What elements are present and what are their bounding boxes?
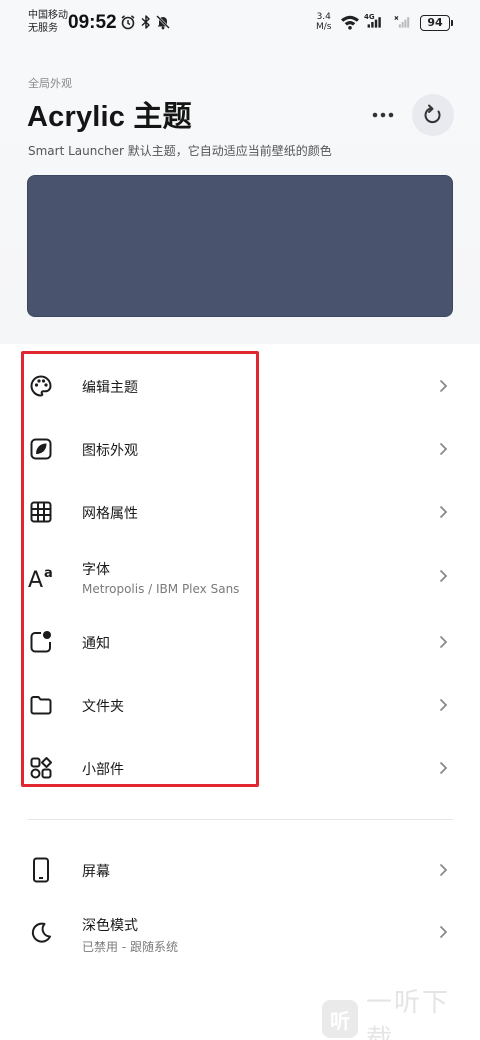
watermark-text: 一听下载 — [365, 988, 450, 1040]
font-icon: A a — [28, 564, 58, 590]
menu-item-widgets[interactable]: 小部件 — [0, 738, 480, 798]
icon-shape-icon — [28, 436, 54, 462]
palette-icon — [28, 373, 54, 399]
menu-item-notifications[interactable]: 通知 — [0, 612, 480, 672]
section-label: 全局外观 — [28, 77, 72, 90]
service-status: 无服务 — [28, 23, 58, 34]
svg-text:a: a — [44, 566, 53, 581]
chevron-right-icon — [439, 698, 448, 712]
mute-icon — [156, 15, 170, 30]
menu-item-label: 字体 — [82, 562, 110, 578]
chevron-right-icon — [439, 442, 448, 456]
menu-item-label: 小部件 — [82, 762, 124, 778]
chevron-right-icon — [439, 761, 448, 775]
grid-icon — [28, 499, 54, 525]
menu-item-icon-appearance[interactable]: 图标外观 — [0, 419, 480, 479]
net-speed-unit: M/s — [316, 22, 332, 32]
svg-text:A: A — [28, 568, 43, 589]
chevron-right-icon — [439, 863, 448, 877]
net-speed: 3.4 M/s — [316, 12, 332, 32]
page-title: Acrylic 主题 — [27, 101, 192, 133]
chevron-right-icon — [439, 569, 448, 583]
menu-item-grid-properties[interactable]: 网格属性 — [0, 482, 480, 542]
reset-theme-button[interactable] — [412, 94, 454, 136]
bluetooth-icon — [141, 15, 150, 29]
status-time: 09:52 — [68, 12, 117, 33]
carrier-info: 中国移动 无服务 — [28, 9, 68, 35]
battery-indicator: 94 — [420, 15, 453, 31]
menu-item-label: 屏幕 — [82, 864, 110, 880]
widgets-icon — [28, 755, 54, 781]
status-bar: 中国移动 无服务 09:52 3.4 M/s 4G 94 — [0, 0, 480, 46]
menu-item-label: 图标外观 — [82, 443, 138, 459]
menu-item-edit-theme[interactable]: 编辑主题 — [0, 356, 480, 416]
theme-description: Smart Launcher 默认主题，它自动适应当前壁纸的颜色 — [28, 144, 332, 158]
menu-item-folders[interactable]: 文件夹 — [0, 675, 480, 735]
net-speed-value: 3.4 — [316, 12, 331, 22]
notification-dot-icon — [28, 629, 54, 655]
wifi-icon — [341, 15, 359, 30]
carrier-name: 中国移动 — [28, 10, 68, 21]
folder-icon — [28, 692, 54, 718]
menu-item-label: 网格属性 — [82, 506, 138, 522]
watermark: 听 一听下载 — [322, 988, 472, 1040]
chevron-right-icon — [439, 635, 448, 649]
menu-item-screen[interactable]: 屏幕 — [0, 840, 480, 900]
theme-preview[interactable] — [27, 175, 453, 317]
refresh-icon — [424, 104, 441, 124]
phone-screen-icon — [28, 857, 54, 883]
section-divider — [28, 819, 453, 820]
theme-header: 全局外观 Acrylic 主题 Smart Launcher 默认主题，它自动适… — [0, 46, 480, 344]
chevron-right-icon — [439, 379, 448, 393]
menu-item-font[interactable]: A a 字体 Metropolis / IBM Plex Sans — [0, 546, 480, 612]
menu-item-subtitle: 已禁用 - 跟随系统 — [82, 940, 178, 954]
no-signal-icon — [394, 16, 410, 28]
menu-item-subtitle: Metropolis / IBM Plex Sans — [82, 582, 240, 596]
more-dots-icon — [372, 112, 394, 118]
more-options-button[interactable] — [366, 98, 400, 132]
chevron-right-icon — [439, 505, 448, 519]
watermark-logo: 听 — [322, 1000, 358, 1038]
menu-item-label: 文件夹 — [82, 699, 124, 715]
moon-icon — [28, 920, 54, 946]
menu-item-dark-mode[interactable]: 深色模式 已禁用 - 跟随系统 — [0, 900, 480, 966]
menu-item-label: 通知 — [82, 636, 110, 652]
alarm-icon — [121, 15, 135, 30]
menu-item-label: 编辑主题 — [82, 380, 138, 396]
signal-icon — [367, 17, 381, 28]
chevron-right-icon — [439, 925, 448, 939]
menu-item-label: 深色模式 — [82, 918, 138, 934]
